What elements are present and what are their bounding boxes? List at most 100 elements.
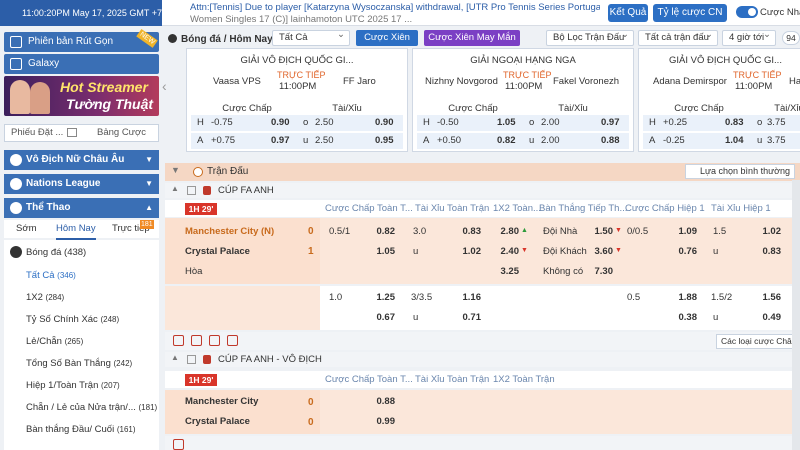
betslip-settings-icon[interactable]: [67, 128, 77, 137]
league-header[interactable]: ▲ CÚP FA ANH: [165, 183, 800, 198]
card-odds-row[interactable]: A +0.50 0.82 u 2.00 0.88: [417, 133, 629, 149]
side-label: o: [529, 117, 535, 128]
odds-value[interactable]: 0.97: [271, 135, 290, 146]
compact-version-button[interactable]: Phiên bản Rút Gọn NEW: [4, 28, 159, 52]
info-icon[interactable]: [227, 335, 238, 346]
odds-value[interactable]: 7.30: [583, 266, 614, 277]
home-team[interactable]: Manchester City (N): [185, 226, 274, 237]
all-matches-dropdown[interactable]: Tất cả trận đấu: [638, 28, 718, 46]
stats-icon[interactable]: [173, 439, 184, 450]
odds-value[interactable]: 1.05: [497, 117, 516, 128]
parlay-button[interactable]: Cược Xiên: [356, 30, 418, 46]
odds-value[interactable]: 0.83: [451, 226, 482, 237]
odds-value[interactable]: 1.56: [751, 292, 782, 303]
card-odds-row[interactable]: H +0.25 0.83 o 3.75: [643, 115, 800, 131]
section-euro-women[interactable]: Vô Địch Nữ Châu Âu ▼: [4, 150, 159, 170]
sport-soccer[interactable]: Bóng đá (438): [26, 247, 86, 258]
market-label: Tỷ Số Chính Xác: [26, 314, 98, 325]
odds-value[interactable]: 0.90: [375, 117, 394, 128]
quick-bet-toggle[interactable]: [736, 6, 758, 18]
home-team[interactable]: Manchester City: [185, 396, 258, 407]
card-odds-row[interactable]: A -0.25 1.04 u 3.75: [643, 133, 800, 149]
sort-dropdown[interactable]: Lựa chọn bình thường: [685, 164, 795, 179]
field-icon[interactable]: [191, 335, 202, 346]
odds-value[interactable]: 0.76: [667, 246, 698, 257]
odds-down-icon: ▼: [521, 247, 528, 254]
odds-value[interactable]: 0.82: [365, 226, 396, 237]
market-label: Chẵn / Lẻ của Nửa trận/...: [26, 402, 136, 413]
chart-icon[interactable]: [209, 335, 220, 346]
odds-value[interactable]: 0.71: [451, 312, 482, 323]
odds-value[interactable]: 1.50: [583, 226, 614, 237]
odds-value[interactable]: 0.49: [751, 312, 782, 323]
match-card[interactable]: GIẢI VÔ ĐỊCH QUỐC GI... Vaasa VPS TRỰC T…: [186, 48, 408, 152]
more-asian-bets-button[interactable]: Các loại cược Châu Á khác: [716, 334, 800, 349]
odds-value[interactable]: 0.97: [601, 117, 620, 128]
odds-value[interactable]: 1.04: [725, 135, 744, 146]
odds-type-dropdown[interactable]: Tỷ lệ cược CN: [653, 4, 727, 22]
odds-value[interactable]: 0.83: [725, 117, 744, 128]
odds-value[interactable]: 0.95: [375, 135, 394, 146]
market-item[interactable]: Tất Cả (346): [26, 270, 76, 281]
odds-value[interactable]: 3.25: [489, 266, 520, 277]
odds-value[interactable]: 1.05: [365, 246, 396, 257]
hot-streamer-banner[interactable]: Hot Streamer Tường Thuật: [4, 76, 159, 116]
match-card[interactable]: GIẢI VÔ ĐỊCH QUỐC GI... Adana Demirspor …: [638, 48, 800, 152]
match-row: Manchester City 0 Crystal Palace 0 0.88 …: [165, 390, 800, 434]
stats-icon[interactable]: [173, 335, 184, 346]
section-sports[interactable]: Thể Thao ▲: [4, 198, 159, 218]
favorite-star-icon[interactable]: [187, 355, 196, 364]
time-range-dropdown[interactable]: 4 giờ tới: [722, 28, 776, 46]
market-item[interactable]: Chẵn / Lẻ của Nửa trận/... (181): [26, 402, 157, 413]
match-card[interactable]: GIẢI NGOẠI HẠNG NGA Nizhny Novgorod TRỰC…: [412, 48, 634, 152]
page-title: Bóng đá / Hôm Nay: [181, 34, 273, 45]
filter-all-dropdown[interactable]: Tất Cả: [272, 28, 350, 46]
odds-value[interactable]: 1.25: [365, 292, 396, 303]
tab-early[interactable]: Sớm: [16, 220, 36, 238]
news-ticker[interactable]: Attn:[Tennis] Due to player [Katarzyna W…: [190, 0, 600, 26]
market-label: Bàn thắng Đầu/ Cuối: [26, 424, 115, 435]
handicap-line: +0.75: [211, 135, 236, 146]
odds-value[interactable]: 3.60: [583, 246, 614, 257]
odds-value[interactable]: 0.99: [365, 416, 396, 427]
odds-value[interactable]: 0.83: [751, 246, 782, 257]
galaxy-button[interactable]: Galaxy: [4, 54, 159, 74]
scrollbar[interactable]: [792, 180, 800, 450]
favorite-star-icon[interactable]: [187, 186, 196, 195]
odds-value[interactable]: 1.88: [667, 292, 698, 303]
odds-value[interactable]: 1.16: [451, 292, 482, 303]
match-filter-dropdown[interactable]: Bộ Lọc Trận Đấu: [546, 28, 634, 46]
section-nations-league[interactable]: Nations League ▼: [4, 174, 159, 194]
lucky-parlay-button[interactable]: Cược Xiên May Mắn: [424, 30, 520, 46]
odds-value[interactable]: 0.38: [667, 312, 698, 323]
market-item[interactable]: Tổng Số Bàn Thắng (242): [26, 358, 132, 369]
market-item[interactable]: Bàn thắng Đầu/ Cuối (161): [26, 424, 136, 435]
odds-value[interactable]: 1.09: [667, 226, 698, 237]
card-odds-row[interactable]: H -0.50 1.05 o 2.00 0.97: [417, 115, 629, 131]
league-header[interactable]: ▲ CÚP FA ANH - VÔ ĐỊCH: [165, 352, 800, 367]
away-team[interactable]: Crystal Palace: [185, 416, 250, 427]
odds-value[interactable]: 1.02: [751, 226, 782, 237]
market-item[interactable]: Lẻ/Chẵn (265): [26, 336, 83, 347]
market-item[interactable]: Hiệp 1/Toàn Trận (207): [26, 380, 120, 391]
odds-value[interactable]: 0.88: [365, 396, 396, 407]
chevron-left-icon[interactable]: ‹: [162, 78, 176, 100]
odds-value[interactable]: 0.67: [365, 312, 396, 323]
market-count: (284): [45, 293, 65, 302]
results-button[interactable]: Kết Quả: [608, 4, 648, 22]
chevron-down-icon[interactable]: ▼: [171, 165, 180, 175]
odds-value[interactable]: 1.02: [451, 246, 482, 257]
tab-bet-list[interactable]: Bảng Cược: [97, 125, 146, 141]
away-team[interactable]: Crystal Palace: [185, 246, 250, 257]
odds-value[interactable]: 0.82: [497, 135, 516, 146]
market-item[interactable]: 1X2 (284): [26, 292, 64, 303]
odds-value[interactable]: 0.90: [271, 117, 290, 128]
tab-betslip[interactable]: Phiếu Đặt ...: [11, 125, 63, 141]
card-odds-row[interactable]: H -0.75 0.90 o 2.50 0.90: [191, 115, 403, 131]
odds-value[interactable]: 2.80: [489, 226, 520, 237]
card-odds-row[interactable]: A +0.75 0.97 u 2.50 0.95: [191, 133, 403, 149]
odds-value[interactable]: 2.40: [489, 246, 520, 257]
market-item[interactable]: Tỷ Số Chính Xác (248): [26, 314, 119, 325]
tab-today[interactable]: Hôm Nay: [56, 220, 96, 240]
odds-value[interactable]: 0.88: [601, 135, 620, 146]
